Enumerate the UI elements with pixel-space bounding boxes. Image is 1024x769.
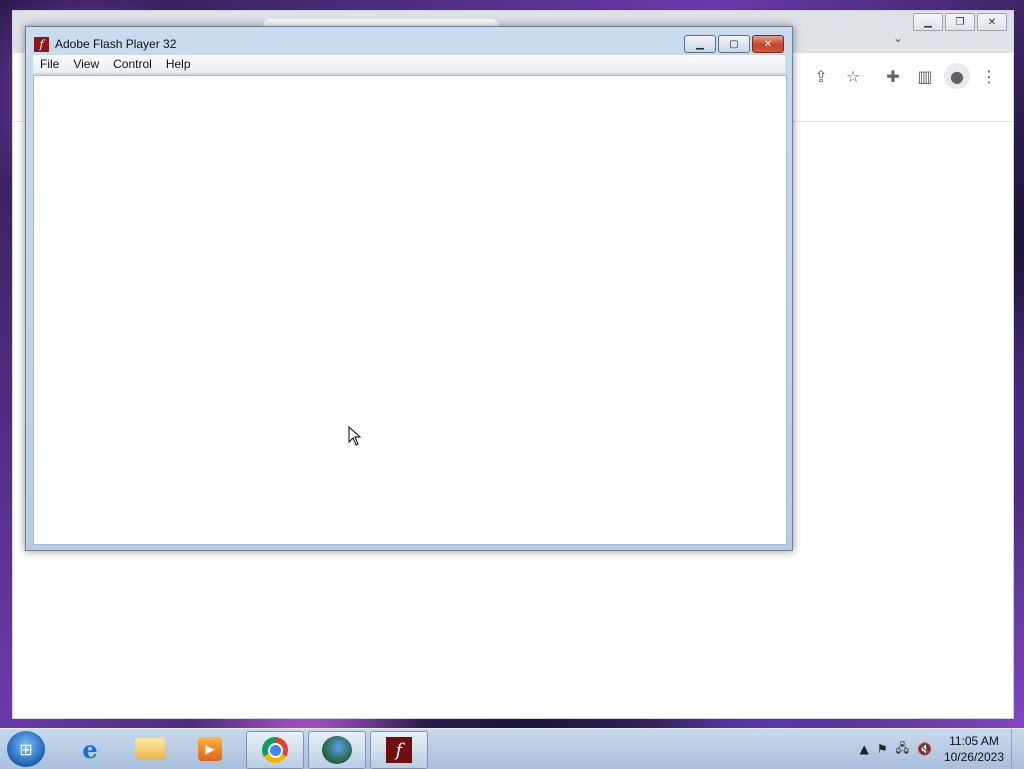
- menu-help[interactable]: Help: [159, 57, 198, 71]
- internet-explorer-icon: e: [82, 734, 98, 764]
- maximize-button[interactable]: ▢: [718, 35, 750, 53]
- chrome-minimize-button[interactable]: ▁: [913, 13, 943, 31]
- extensions-icon[interactable]: ✚: [880, 63, 906, 89]
- internet-explorer-taskbar-button[interactable]: e: [62, 731, 118, 767]
- flash-player-window: f Adobe Flash Player 32 ▁ ▢ ✕ File View …: [25, 26, 793, 551]
- chrome-icon: [262, 737, 288, 763]
- flash-player-taskbar-button[interactable]: f: [370, 731, 428, 769]
- tab-search-icon[interactable]: ⌄: [893, 31, 903, 45]
- clock[interactable]: 11:05 AM 10/26/2023: [944, 733, 1004, 765]
- menu-view[interactable]: View: [66, 57, 106, 71]
- media-player-icon: ▶: [198, 737, 222, 761]
- download-manager-icon: [322, 736, 352, 764]
- share-icon[interactable]: ⇪: [808, 63, 834, 89]
- system-tray: ▲ ⚑ 🖧 🔇 11:05 AM 10/26/2023: [856, 733, 1004, 765]
- menu-file[interactable]: File: [33, 57, 66, 71]
- minimize-button[interactable]: ▁: [684, 35, 716, 53]
- network-icon[interactable]: 🖧: [896, 739, 909, 760]
- clock-time: 11:05 AM: [949, 734, 999, 748]
- clock-date: 10/26/2023: [943, 750, 1004, 764]
- media-center-taskbar-button[interactable]: ▶: [182, 731, 238, 767]
- menu-bar: File View Control Help: [33, 55, 785, 73]
- close-button[interactable]: ✕: [752, 35, 784, 53]
- side-panel-icon[interactable]: ▥: [912, 63, 938, 89]
- show-hidden-icons-icon[interactable]: ▲: [860, 742, 869, 756]
- show-desktop-button[interactable]: [1011, 729, 1024, 769]
- chrome-close-button[interactable]: ✕: [977, 13, 1007, 31]
- window-title: Adobe Flash Player 32: [55, 37, 177, 51]
- profile-icon[interactable]: ●: [944, 63, 970, 89]
- chrome-taskbar-button[interactable]: [246, 731, 304, 769]
- flash-title-bar[interactable]: f Adobe Flash Player 32: [34, 33, 176, 55]
- folder-icon: [135, 738, 165, 760]
- taskbar: ⊞ e ▶ f ▲ ⚑ 🖧 🔇 11:05 AM 10/26/2023: [0, 728, 1024, 769]
- flash-player-icon: f: [386, 737, 412, 763]
- windows-explorer-taskbar-button[interactable]: [122, 731, 178, 767]
- idm-taskbar-button[interactable]: [308, 731, 366, 769]
- volume-muted-icon[interactable]: 🔇: [917, 742, 932, 756]
- chrome-restore-button[interactable]: ❐: [945, 13, 975, 31]
- flash-content-area[interactable]: [33, 75, 787, 545]
- flash-logo-icon: f: [34, 36, 49, 52]
- flash-window-controls: ▁ ▢ ✕: [682, 35, 784, 53]
- start-button[interactable]: ⊞: [7, 731, 45, 767]
- bookmark-star-icon[interactable]: ☆: [840, 63, 866, 89]
- chrome-menu-icon[interactable]: ⋮: [976, 63, 1002, 89]
- mouse-cursor-icon: [348, 426, 362, 446]
- menu-control[interactable]: Control: [106, 57, 159, 71]
- chrome-window-controls: ▁ ❐ ✕: [911, 13, 1007, 31]
- action-center-flag-icon[interactable]: ⚑: [877, 742, 888, 756]
